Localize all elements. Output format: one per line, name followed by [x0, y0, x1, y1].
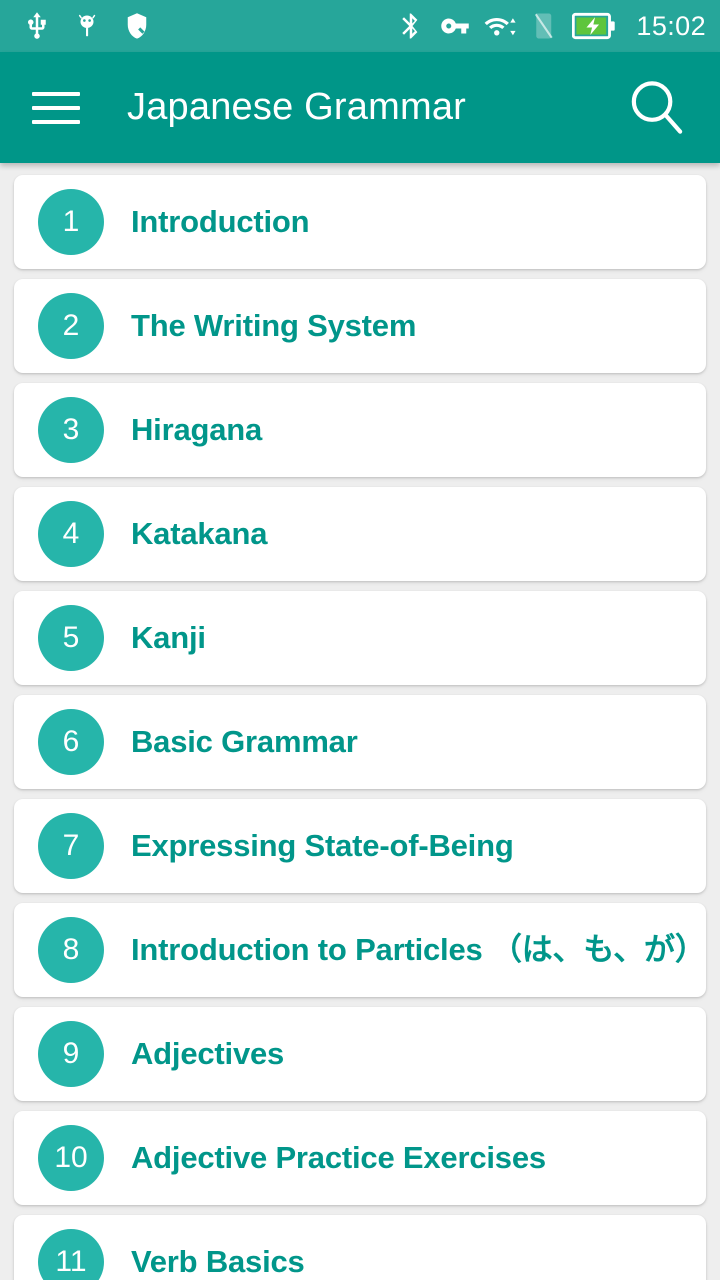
chapter-title: Adjective Practice Exercises: [131, 1140, 546, 1176]
chapter-title: Katakana: [131, 516, 268, 552]
usb-icon: [28, 12, 46, 39]
status-bar-right-icons: 15:02: [396, 11, 706, 41]
page-title: Japanese Grammar: [127, 86, 467, 128]
chapter-list-item[interactable]: 1 Introduction: [14, 175, 706, 269]
chapter-number-badge: 5: [38, 605, 104, 671]
search-button[interactable]: [620, 71, 694, 145]
android-debug-icon: [78, 14, 96, 37]
status-bar-clock: 15:02: [636, 10, 706, 41]
chapter-title: Basic Grammar: [131, 724, 358, 760]
status-bar-left-icons: [22, 11, 152, 41]
chapter-number-badge: 9: [38, 1021, 104, 1087]
shield-icon: [127, 13, 147, 39]
chapter-number-badge: 2: [38, 293, 104, 359]
chapter-list-item[interactable]: 11 Verb Basics: [14, 1215, 706, 1280]
vpn-key-icon: [441, 18, 470, 34]
chapter-number-badge: 10: [38, 1125, 104, 1191]
chapter-list-item[interactable]: 10 Adjective Practice Exercises: [14, 1111, 706, 1205]
chapter-title: Introduction: [131, 204, 310, 240]
chapter-title: Hiragana: [131, 412, 263, 448]
hamburger-line: [32, 91, 80, 96]
chapter-list-item[interactable]: 7 Expressing State-of-Being: [14, 799, 706, 893]
chapter-number-badge: 6: [38, 709, 104, 775]
chapter-list-item[interactable]: 8 Introduction to Particles （は、も、が）: [14, 903, 706, 997]
chapter-title: Expressing State-of-Being: [131, 828, 514, 864]
chapter-list-item[interactable]: 3 Hiragana: [14, 383, 706, 477]
chapter-number-badge: 8: [38, 917, 104, 983]
chapter-number-badge: 4: [38, 501, 104, 567]
search-icon: [631, 80, 683, 134]
chapter-list[interactable]: 1 Introduction 2 The Writing System 3 Hi…: [0, 163, 720, 1280]
chapter-list-item[interactable]: 2 The Writing System: [14, 279, 706, 373]
wifi-icon: [485, 17, 516, 36]
chapter-number-badge: 1: [38, 189, 104, 255]
chapter-list-item[interactable]: 9 Adjectives: [14, 1007, 706, 1101]
chapter-title: Kanji: [131, 620, 206, 656]
status-bar: 15:02: [0, 0, 720, 52]
cell-signal-icon: [535, 13, 553, 39]
chapter-title: Adjectives: [131, 1036, 285, 1072]
chapter-title: The Writing System: [131, 308, 417, 344]
hamburger-menu-icon[interactable]: [28, 80, 84, 136]
hamburger-line: [32, 119, 80, 124]
chapter-number-badge: 3: [38, 397, 104, 463]
chapter-number-badge: 7: [38, 813, 104, 879]
bluetooth-icon: [402, 13, 418, 39]
chapter-title: Verb Basics: [131, 1244, 305, 1280]
chapter-title: Introduction to Particles （は、も、が）: [131, 932, 706, 968]
battery-charging-icon: [572, 12, 616, 40]
chapter-list-item[interactable]: 5 Kanji: [14, 591, 706, 685]
app-bar: Japanese Grammar: [0, 52, 720, 163]
chapter-list-item[interactable]: 6 Basic Grammar: [14, 695, 706, 789]
chapter-list-item[interactable]: 4 Katakana: [14, 487, 706, 581]
chapter-number-badge: 11: [38, 1229, 104, 1280]
hamburger-line: [32, 105, 80, 110]
